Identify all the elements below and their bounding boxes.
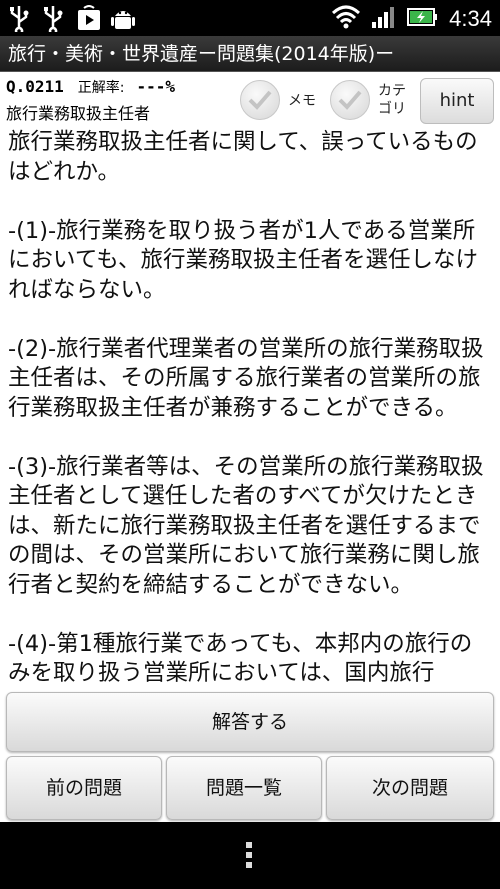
memo-label: メモ xyxy=(288,93,316,109)
prev-question-button[interactable]: 前の問題 xyxy=(6,756,162,820)
clock: 4:34 xyxy=(449,6,492,31)
question-header: Q.0211 正解率: ---% 旅行業務取扱主任者 xyxy=(6,76,236,124)
memo-checkbox[interactable] xyxy=(240,80,280,120)
usb-icon xyxy=(8,4,32,36)
category-label: カテ ゴリ xyxy=(378,83,406,117)
wifi-icon xyxy=(331,4,361,34)
hint-button[interactable]: hint xyxy=(420,78,494,124)
answer-button[interactable]: 解答する xyxy=(6,692,494,752)
question-category: 旅行業務取扱主任者 xyxy=(6,104,151,123)
question-list-button[interactable]: 問題一覧 xyxy=(166,756,322,820)
status-bar: 4:34 xyxy=(0,0,500,36)
next-question-button[interactable]: 次の問題 xyxy=(326,756,494,820)
check-icon xyxy=(248,90,272,110)
android-debug-icon xyxy=(110,4,135,32)
battery-charging-icon xyxy=(407,6,439,32)
usb-icon xyxy=(42,4,66,36)
correct-rate-label: 正解率: xyxy=(77,80,125,96)
question-text: 旅行業務取扱主任者に関して、誤っているものはどれか。 -(1)-旅行業務を取り扱… xyxy=(8,129,484,686)
play-store-icon xyxy=(76,4,100,32)
overflow-menu-icon[interactable] xyxy=(244,842,254,872)
category-checkbox[interactable] xyxy=(330,80,370,120)
app-title: 旅行・美術・世界遺産ー問題集(2014年版)ー xyxy=(8,43,395,65)
signal-icon xyxy=(371,4,397,34)
app-title-bar: 旅行・美術・世界遺産ー問題集(2014年版)ー xyxy=(0,36,500,72)
system-nav-bar xyxy=(0,822,500,889)
question-id: Q.0211 xyxy=(6,77,64,96)
action-buttons: 解答する 前の問題 問題一覧 次の問題 xyxy=(0,690,500,822)
correct-rate-value: ---% xyxy=(136,77,176,96)
check-icon xyxy=(338,90,362,110)
